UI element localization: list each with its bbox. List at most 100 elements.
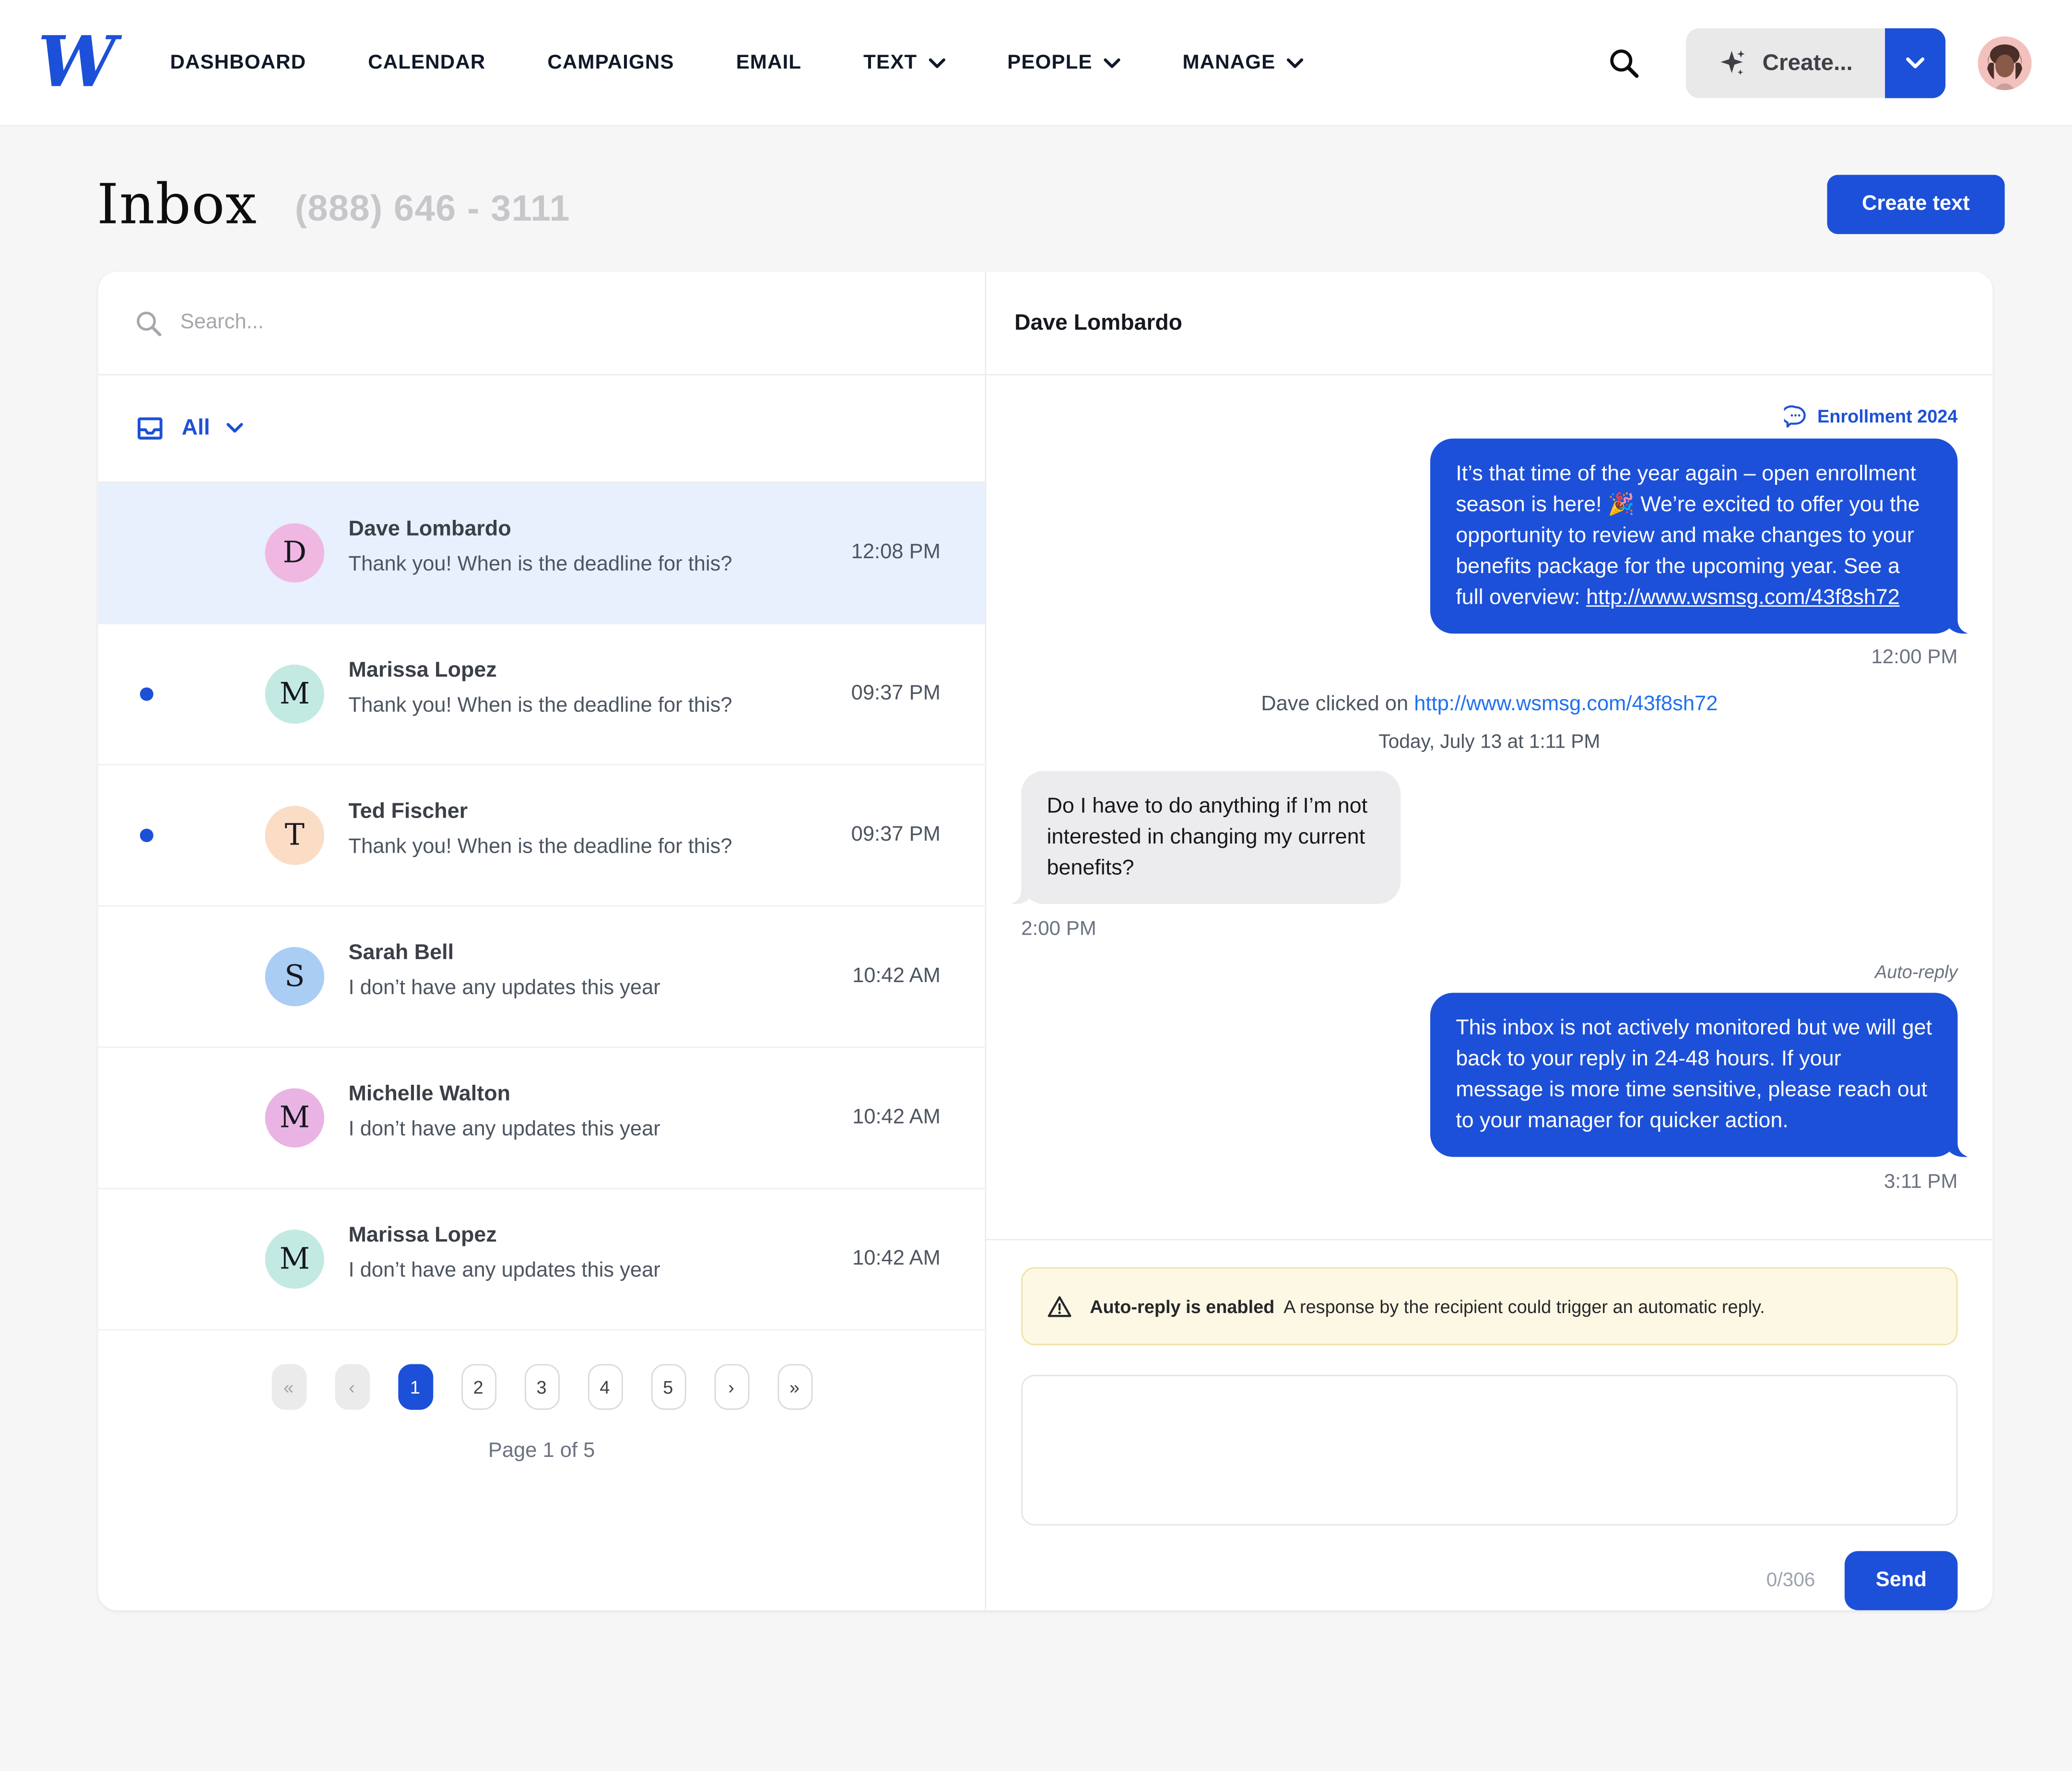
pagination-page-1[interactable]: 1 xyxy=(397,1364,433,1410)
app: W DASHBOARD CALENDAR CAMPAIGNS EMAIL TEX… xyxy=(0,0,2072,1771)
campaign-tag[interactable]: Enrollment 2024 xyxy=(1783,405,1958,428)
send-row: 0/306 Send xyxy=(1021,1551,1958,1610)
message-input[interactable] xyxy=(1021,1374,1958,1526)
contact-name: Dave Lombardo xyxy=(348,517,511,541)
conversation-row[interactable]: M Marissa Lopez Thank you! When is the d… xyxy=(98,624,985,766)
nav-item-label: CAMPAIGNS xyxy=(547,51,674,74)
contact-name: Marissa Lopez xyxy=(348,1224,497,1247)
incoming-message: Do I have to do anything if I’m not inte… xyxy=(997,771,1401,904)
message-time: 12:08 PM xyxy=(851,540,941,564)
avatar-photo xyxy=(1978,35,2032,90)
nav-item-label: PEOPLE xyxy=(1007,51,1093,74)
avatar: M xyxy=(265,1088,325,1148)
pagination-last-button[interactable]: » xyxy=(777,1364,812,1410)
search-input[interactable] xyxy=(180,310,746,335)
inbox-filter-dropdown[interactable]: All xyxy=(98,375,985,483)
send-button[interactable]: Send xyxy=(1845,1551,1958,1610)
create-text-button[interactable]: Create text xyxy=(1827,175,2005,235)
nav-item-label: CALENDAR xyxy=(368,51,486,74)
chevron-down-icon xyxy=(1286,58,1304,68)
avatar: D xyxy=(265,523,325,583)
event-text: Dave clicked on xyxy=(1261,692,1414,716)
nav-menu: DASHBOARD CALENDAR CAMPAIGNS EMAIL TEXT … xyxy=(170,51,1304,74)
nav-item-manage[interactable]: MANAGE xyxy=(1183,51,1304,74)
chat-messages: Enrollment 2024 It’s that time of the ye… xyxy=(986,375,1992,1239)
pagination-prev-button[interactable]: ‹ xyxy=(334,1364,370,1410)
inbox-phone-number: (888) 646 - 3111 xyxy=(294,188,570,228)
conversation-row[interactable]: T Ted Fischer Thank you! When is the dea… xyxy=(98,765,985,907)
message-time: 10:42 AM xyxy=(852,964,941,988)
auto-reply-banner: Auto-reply is enabled A response by the … xyxy=(1021,1267,1958,1346)
outgoing-auto-reply-message: This inbox is not actively monitored but… xyxy=(1430,993,1982,1157)
message-text: This inbox is not actively monitored but… xyxy=(1456,1017,1932,1133)
contact-name: Michelle Walton xyxy=(348,1083,511,1106)
message-timestamp: 12:00 PM xyxy=(1871,645,1958,669)
message-timestamp: 2:00 PM xyxy=(1021,917,1096,940)
conversation-row[interactable]: M Marissa Lopez I don’t have any updates… xyxy=(98,1189,985,1331)
global-search-button[interactable] xyxy=(1608,47,1640,79)
filter-label: All xyxy=(181,415,210,440)
avatar: T xyxy=(265,806,325,865)
thread-panel: Dave Lombardo Enrollment 2024 It’s that … xyxy=(986,272,1993,1610)
message-text: Do I have to do anything if I’m not inte… xyxy=(1047,795,1368,880)
nav-item-label: DASHBOARD xyxy=(170,51,306,74)
pagination-first-button[interactable]: « xyxy=(271,1364,306,1410)
contact-name: Ted Fischer xyxy=(348,800,468,823)
message-preview: I don’t have any updates this year xyxy=(348,1118,660,1141)
create-button-label: Create... xyxy=(1762,49,1853,75)
nav-item-calendar[interactable]: CALENDAR xyxy=(368,51,485,74)
top-nav-right: Create... xyxy=(1608,27,2032,98)
create-split-button: Create... xyxy=(1685,27,1946,98)
app-logo[interactable]: W xyxy=(38,27,117,98)
message-timestamp: 3:11 PM xyxy=(1884,1170,1958,1194)
message-time: 10:42 AM xyxy=(852,1247,941,1270)
chevron-down-icon xyxy=(1104,58,1120,68)
create-dropdown-button[interactable] xyxy=(1885,27,1946,98)
event-link[interactable]: http://www.wsmsg.com/43f8sh72 xyxy=(1414,693,1718,716)
pagination-page-3[interactable]: 3 xyxy=(524,1364,559,1410)
banner-bold-text: Auto-reply is enabled xyxy=(1090,1296,1275,1316)
nav-item-dashboard[interactable]: DASHBOARD xyxy=(170,51,306,74)
nav-item-campaigns[interactable]: CAMPAIGNS xyxy=(547,51,674,74)
pagination-page-2[interactable]: 2 xyxy=(460,1364,496,1410)
unread-dot xyxy=(140,828,153,843)
unread-dot xyxy=(140,687,153,701)
message-time: 09:37 PM xyxy=(851,682,941,705)
message-time: 10:42 AM xyxy=(852,1105,941,1129)
message-preview: Thank you! When is the deadline for this… xyxy=(348,552,732,576)
date-divider: Today, July 13 at 1:11 PM xyxy=(1378,732,1601,753)
avatar: M xyxy=(265,664,325,724)
conversation-row[interactable]: S Sarah Bell I don’t have any updates th… xyxy=(98,907,985,1048)
sparkles-icon xyxy=(1720,49,1745,75)
pagination-page-5[interactable]: 5 xyxy=(650,1364,686,1410)
chevron-down-icon xyxy=(928,58,945,68)
nav-item-text[interactable]: TEXT xyxy=(863,51,945,74)
nav-item-people[interactable]: PEOPLE xyxy=(1007,51,1120,74)
nav-item-email[interactable]: EMAIL xyxy=(736,51,802,74)
pagination-next-button[interactable]: › xyxy=(714,1364,749,1410)
top-nav: W DASHBOARD CALENDAR CAMPAIGNS EMAIL TEX… xyxy=(0,0,2072,127)
page-title: Inbox xyxy=(96,172,258,237)
nav-item-label: TEXT xyxy=(863,51,918,74)
create-button[interactable]: Create... xyxy=(1685,27,1885,98)
page-header: Inbox (888) 646 - 3111 Create text xyxy=(0,127,2072,272)
search-icon xyxy=(137,311,162,336)
thread-contact-name: Dave Lombardo xyxy=(986,272,1993,375)
pagination-page-4[interactable]: 4 xyxy=(587,1364,623,1410)
search-icon xyxy=(1610,48,1639,78)
conversation-row[interactable]: M Michelle Walton I don’t have any updat… xyxy=(98,1048,985,1189)
avatar: S xyxy=(265,947,325,1007)
auto-reply-label: Auto-reply xyxy=(1874,962,1958,982)
conversation-list-panel: All D Dave Lombardo Thank you! When is t… xyxy=(98,271,987,1610)
outgoing-message: It’s that time of the year again – open … xyxy=(1430,438,1982,634)
page-indicator: Page 1 of 5 xyxy=(488,1439,595,1463)
user-avatar[interactable] xyxy=(1978,35,2032,90)
campaign-tag-label: Enrollment 2024 xyxy=(1817,406,1958,427)
message-preview: I don’t have any updates this year xyxy=(348,1259,660,1282)
conversation-search xyxy=(98,272,985,375)
avatar: M xyxy=(265,1229,325,1289)
warning-triangle-icon xyxy=(1048,1295,1071,1316)
conversation-row[interactable]: D Dave Lombardo Thank you! When is the d… xyxy=(98,483,985,624)
message-link[interactable]: http://www.wsmsg.com/43f8sh72 xyxy=(1586,586,1900,610)
message-preview: I don’t have any updates this year xyxy=(348,976,660,1000)
